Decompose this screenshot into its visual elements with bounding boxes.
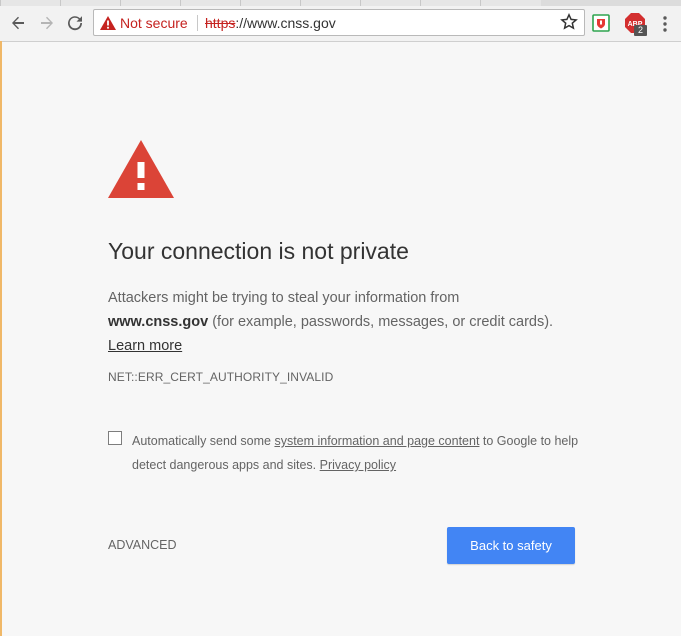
error-code[interactable]: NET::ERR_CERT_AUTHORITY_INVALID: [108, 370, 333, 384]
bookmark-star-icon[interactable]: [560, 13, 578, 31]
window-left-border: [0, 41, 2, 636]
back-to-safety-button[interactable]: Back to safety: [447, 527, 575, 564]
browser-toolbar: Not secure https://www.cnss.gov ABP 2: [0, 6, 681, 42]
warning-triangle-icon: [108, 140, 174, 198]
url-text[interactable]: https://www.cnss.gov: [205, 15, 336, 31]
reload-button[interactable]: [64, 12, 86, 34]
learn-more-link[interactable]: Learn more: [108, 338, 182, 354]
system-information-link[interactable]: system information and page content: [274, 434, 479, 448]
url-host: ://www.cnss.gov: [235, 15, 336, 31]
safe-browsing-optin-checkbox[interactable]: [108, 431, 122, 445]
optin-prefix: Automatically send some: [132, 434, 275, 448]
advanced-button[interactable]: ADVANCED: [108, 538, 177, 552]
not-secure-label[interactable]: Not secure: [120, 15, 188, 31]
url-scheme: https: [205, 15, 236, 31]
forward-arrow-icon: [41, 16, 53, 30]
address-bar[interactable]: Not secure https://www.cnss.gov: [93, 9, 585, 36]
page-title: Your connection is not private: [108, 238, 409, 264]
explanation-paragraph: Attackers might be trying to steal your …: [108, 286, 578, 358]
adblock-count-badge: 2: [634, 25, 647, 36]
explanation-text: Attackers might be trying to steal your …: [108, 290, 460, 306]
target-domain: www.cnss.gov: [108, 314, 209, 330]
shield-extension-icon[interactable]: [592, 14, 610, 32]
explanation-suffix: (for example, passwords, messages, or cr…: [208, 314, 554, 330]
back-arrow-icon: [12, 16, 24, 30]
forward-button[interactable]: [36, 12, 58, 34]
back-button[interactable]: [7, 12, 29, 34]
safe-browsing-optin-text: Automatically send some system informati…: [132, 429, 582, 477]
kebab-menu-icon[interactable]: [660, 14, 670, 34]
omnibox-separator: [197, 15, 198, 31]
privacy-policy-link[interactable]: Privacy policy: [320, 458, 396, 472]
reload-icon: [68, 16, 83, 31]
warning-triangle-icon[interactable]: [100, 16, 116, 30]
